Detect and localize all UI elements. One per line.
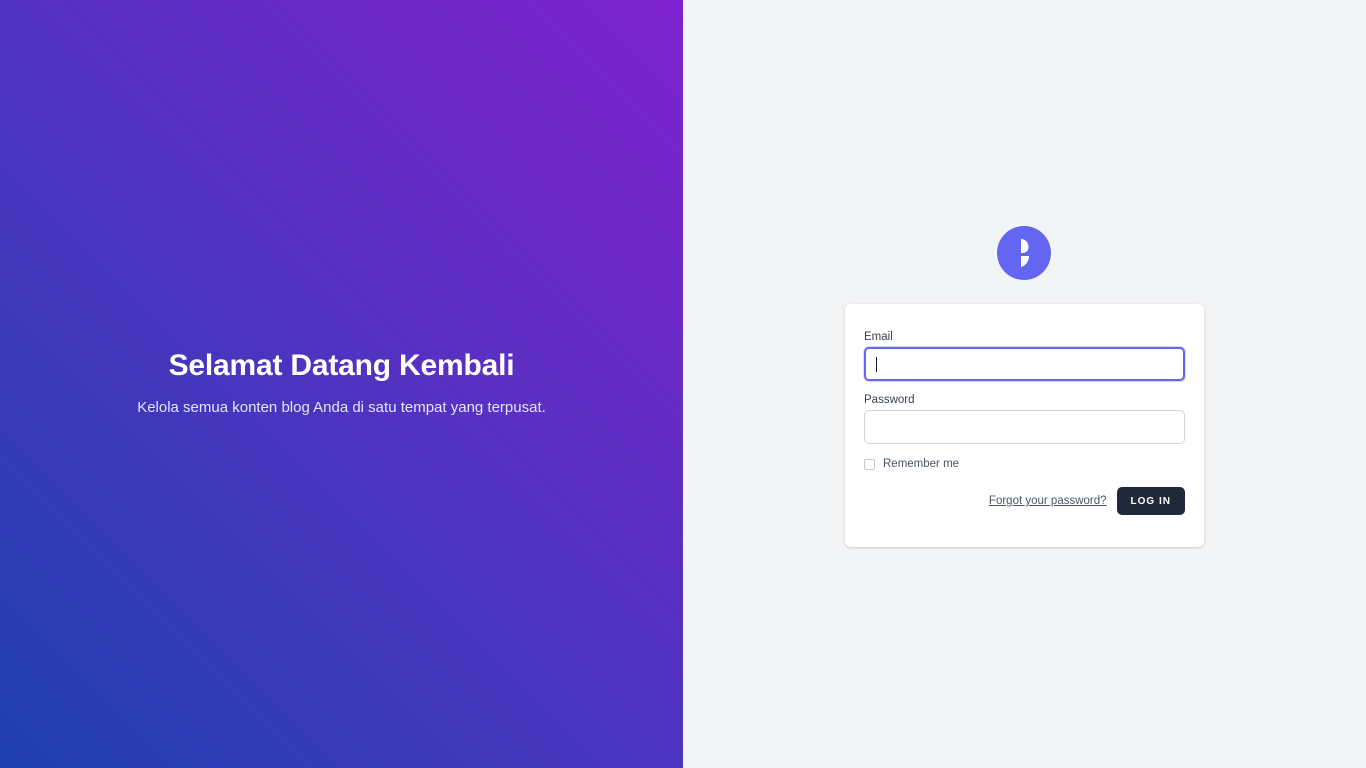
password-field[interactable]	[864, 410, 1185, 444]
remember-me-row[interactable]: Remember me	[864, 458, 1185, 470]
text-cursor	[876, 357, 877, 372]
forgot-password-link[interactable]: Forgot your password?	[989, 495, 1107, 507]
remember-me-checkbox[interactable]	[864, 458, 875, 470]
password-group: Password	[864, 394, 1185, 444]
welcome-content: Selamat Datang Kembali Kelola semua kont…	[137, 349, 546, 416]
email-field[interactable]	[864, 347, 1185, 381]
form-actions: Forgot your password? LOG IN	[864, 487, 1185, 515]
login-panel: Email Password Remember me Forgot your p…	[683, 0, 1366, 768]
remember-me-label[interactable]: Remember me	[883, 458, 959, 470]
login-button[interactable]: LOG IN	[1116, 487, 1185, 515]
login-page: Selamat Datang Kembali Kelola semua kont…	[0, 0, 1366, 768]
welcome-panel: Selamat Datang Kembali Kelola semua kont…	[0, 0, 683, 768]
logo-glyph	[1021, 239, 1029, 267]
password-label: Password	[864, 394, 915, 406]
welcome-subtitle: Kelola semua konten blog Anda di satu te…	[137, 398, 546, 416]
login-card: Email Password Remember me Forgot your p…	[845, 304, 1204, 547]
email-label: Email	[864, 331, 893, 343]
welcome-title: Selamat Datang Kembali	[168, 348, 515, 382]
brand-logo-icon	[997, 226, 1051, 280]
